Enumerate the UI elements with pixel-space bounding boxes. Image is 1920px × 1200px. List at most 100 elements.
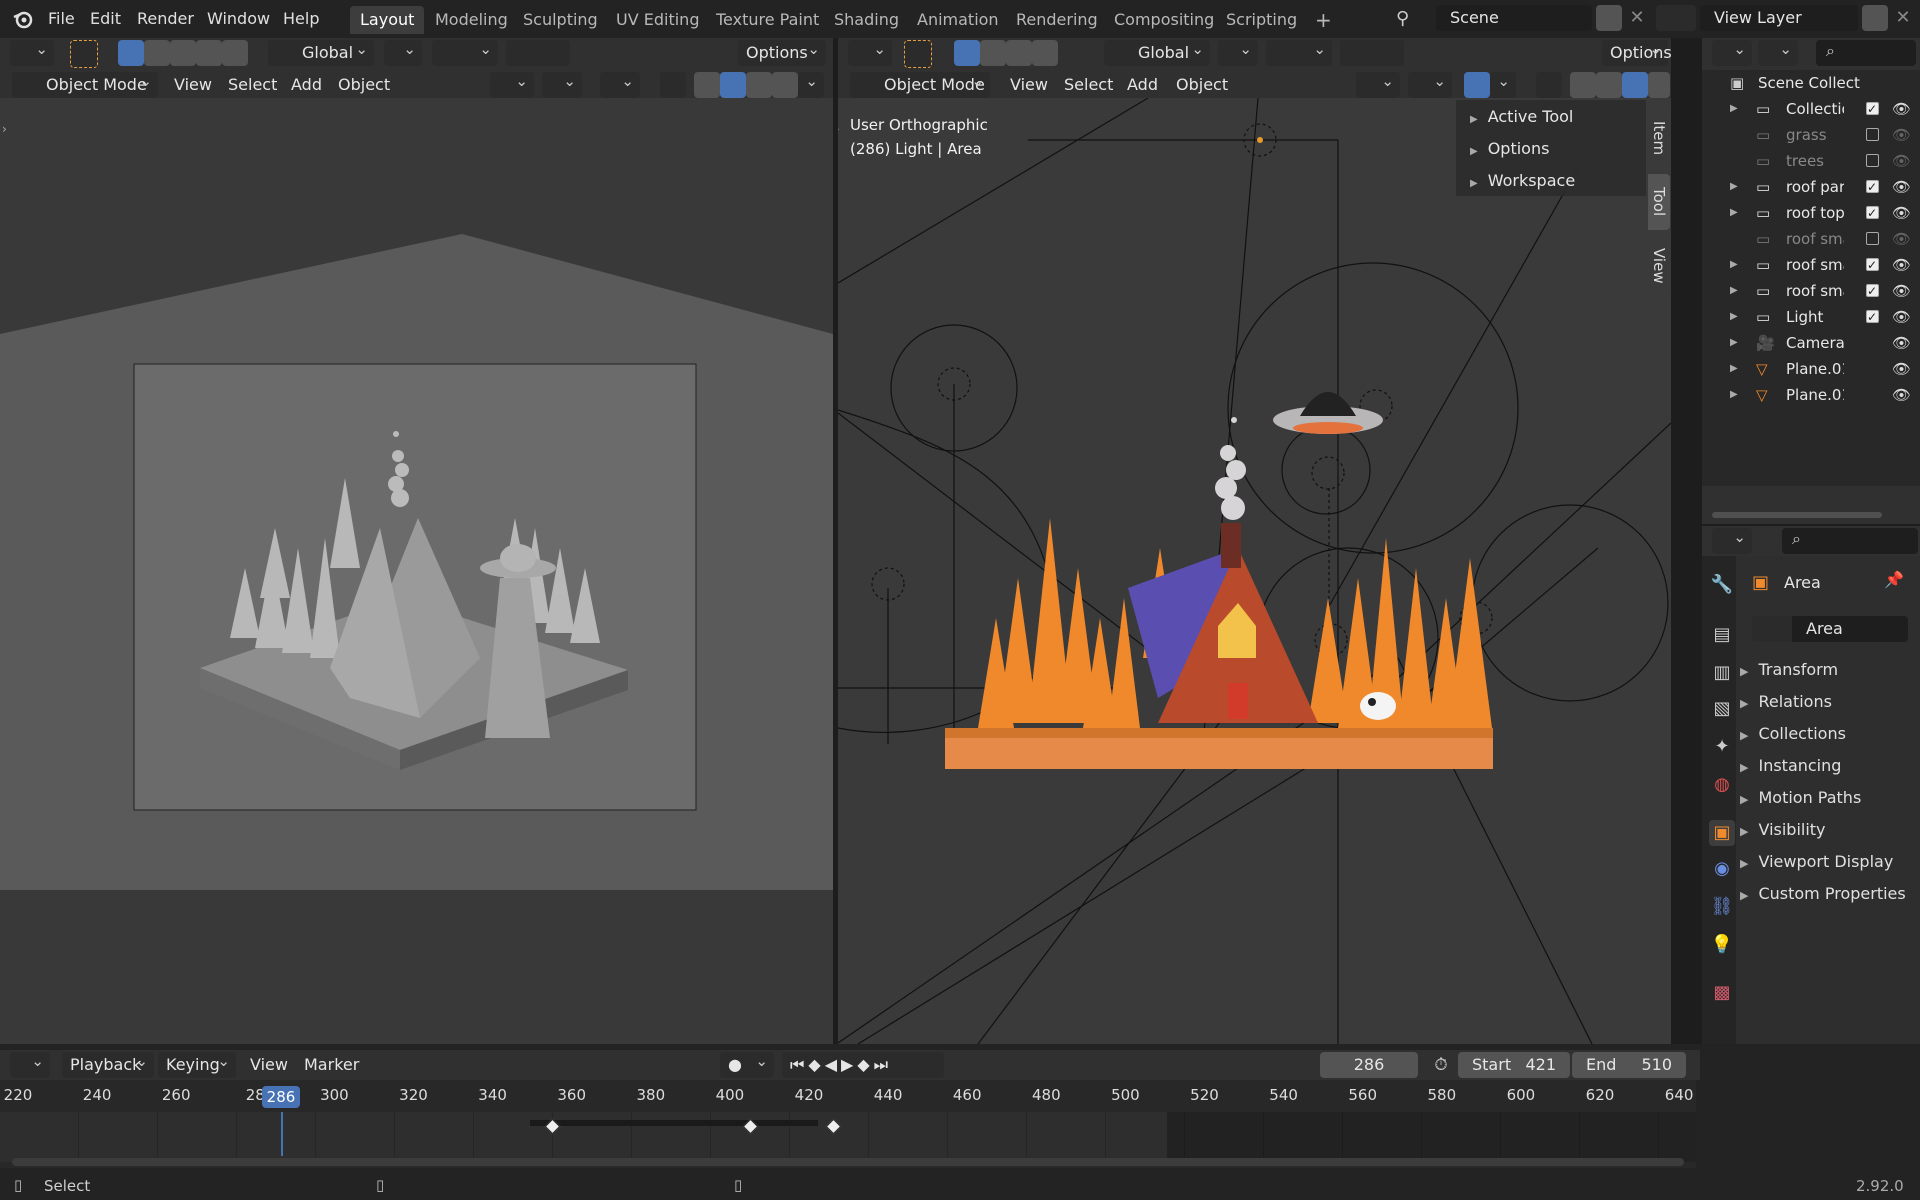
- exclude-checkbox[interactable]: [1866, 154, 1879, 167]
- properties-section[interactable]: ▶ Transform: [1740, 654, 1838, 686]
- properties-section[interactable]: ▶ Collections: [1740, 718, 1846, 750]
- play-reverse-icon[interactable]: ◀: [825, 1055, 841, 1074]
- right-transform-orientation-dropdown[interactable]: Global: [1104, 36, 1210, 66]
- outliner-scrollbar[interactable]: [1712, 512, 1882, 518]
- constraints-properties-icon[interactable]: ⛓: [1709, 894, 1735, 920]
- view-layer-icon[interactable]: [1656, 5, 1696, 31]
- visibility-eye-icon[interactable]: 👁: [1892, 330, 1911, 356]
- right-select-mode-new-icon[interactable]: [954, 40, 980, 66]
- timeline-menu-playback[interactable]: Playback: [62, 1048, 154, 1078]
- right-shading-wireframe-icon[interactable]: [1570, 72, 1596, 98]
- outliner-display-mode-icon[interactable]: [1758, 38, 1798, 66]
- exclude-checkbox[interactable]: [1866, 96, 1879, 122]
- menu-file[interactable]: File: [48, 6, 75, 32]
- blender-logo-icon[interactable]: [12, 8, 34, 30]
- visibility-eye-icon[interactable]: 👁: [1892, 200, 1911, 226]
- right-shading-material-icon[interactable]: [1622, 72, 1648, 98]
- playhead-line[interactable]: [281, 1112, 283, 1156]
- visibility-eye-icon[interactable]: 👁: [1892, 356, 1911, 382]
- outliner-editor-type-icon[interactable]: [1712, 38, 1752, 66]
- timeline-menu-marker[interactable]: Marker: [304, 1052, 359, 1078]
- clock-icon[interactable]: ⏱: [1428, 1052, 1454, 1078]
- outliner-item[interactable]: ▶ 🎥 Camera 👁: [1702, 330, 1920, 356]
- left-xray-icon[interactable]: [660, 72, 686, 98]
- left-shading-wireframe-icon[interactable]: [694, 72, 720, 98]
- jump-end-icon[interactable]: ⏭: [874, 1055, 892, 1074]
- right-proportional-edit-icon[interactable]: [1340, 40, 1404, 66]
- properties-section[interactable]: ▶ Instancing: [1740, 750, 1841, 782]
- delete-view-layer-icon[interactable]: ✕: [1890, 5, 1916, 31]
- right-visibility-icon[interactable]: [1356, 68, 1400, 98]
- sidebar-tab-view[interactable]: View: [1648, 236, 1670, 296]
- timeline-menu-view[interactable]: View: [250, 1052, 288, 1078]
- visibility-eye-icon[interactable]: 👁: [1892, 122, 1911, 148]
- outliner-item[interactable]: ▭ roof small 👁: [1702, 226, 1920, 252]
- expand-arrow-icon[interactable]: ▶: [1730, 382, 1738, 408]
- visibility-eye-icon[interactable]: 👁: [1892, 174, 1911, 200]
- output-properties-icon[interactable]: ▥: [1709, 660, 1735, 686]
- tool-properties-icon[interactable]: 🔧: [1709, 572, 1735, 598]
- left-overlay-icon[interactable]: [600, 68, 640, 98]
- visibility-eye-icon[interactable]: 👁: [1892, 252, 1911, 278]
- pin-icon[interactable]: 📌: [1884, 570, 1904, 589]
- right-options-dropdown[interactable]: Options: [1602, 36, 1672, 66]
- right-shading-rendered-icon[interactable]: [1648, 72, 1670, 98]
- left-shading-solid-icon[interactable]: [720, 72, 746, 98]
- tab-rendering[interactable]: Rendering: [1006, 6, 1108, 34]
- scene-properties-icon[interactable]: ✦: [1709, 734, 1735, 760]
- texture-properties-icon[interactable]: ▩: [1709, 980, 1735, 1006]
- select-mode-new-icon[interactable]: [118, 40, 144, 66]
- left-shading-rendered-icon[interactable]: [772, 72, 798, 98]
- render-properties-icon[interactable]: ▤: [1709, 622, 1735, 648]
- right-gizmo-icon[interactable]: [1408, 68, 1452, 98]
- new-view-layer-icon[interactable]: [1862, 5, 1888, 31]
- outliner-item[interactable]: ▶ ▽ Plane.016 👁: [1702, 382, 1920, 408]
- menu-edit[interactable]: Edit: [90, 6, 121, 32]
- left-shading-options-icon[interactable]: [798, 68, 824, 98]
- right-select-mode-extend-icon[interactable]: [980, 40, 1006, 66]
- object-name-field[interactable]: Area: [1792, 616, 1908, 642]
- timeline-editor-type-icon[interactable]: [10, 1048, 50, 1078]
- left-shading-material-icon[interactable]: [746, 72, 772, 98]
- next-keyframe-icon[interactable]: ◆: [857, 1055, 873, 1074]
- add-workspace-button[interactable]: +: [1305, 6, 1342, 34]
- outliner-search-input[interactable]: ⌕: [1816, 40, 1916, 66]
- left-gizmo-icon[interactable]: [542, 68, 582, 98]
- properties-section[interactable]: ▶ Relations: [1740, 686, 1832, 718]
- visibility-eye-icon[interactable]: 👁: [1892, 96, 1911, 122]
- select-mode-intersect-icon[interactable]: [196, 40, 222, 66]
- view-layer-field[interactable]: View Layer: [1700, 5, 1858, 31]
- outliner-item[interactable]: ▭ grass 👁: [1702, 122, 1920, 148]
- outliner-item[interactable]: ▶ ▭ roof top p 👁: [1702, 200, 1920, 226]
- current-frame-field[interactable]: 286: [1320, 1052, 1418, 1078]
- snap-icon[interactable]: [432, 36, 498, 66]
- right-menu-select[interactable]: Select: [1064, 72, 1113, 98]
- select-mode-subtract-icon[interactable]: [170, 40, 196, 66]
- light-data-properties-icon[interactable]: 💡: [1709, 932, 1735, 958]
- transform-orientation-dropdown[interactable]: Global: [268, 36, 374, 66]
- proportional-edit-icon[interactable]: [506, 40, 570, 66]
- sidebar-tab-tool[interactable]: Tool: [1648, 174, 1670, 230]
- pivot-point-icon[interactable]: [384, 36, 422, 66]
- new-scene-icon[interactable]: [1596, 5, 1622, 31]
- exclude-checkbox[interactable]: [1866, 174, 1879, 200]
- exclude-checkbox[interactable]: [1866, 278, 1879, 304]
- properties-section[interactable]: ▶ Custom Properties: [1740, 878, 1906, 910]
- visibility-eye-icon[interactable]: 👁: [1892, 304, 1911, 330]
- right-menu-view[interactable]: View: [1010, 72, 1048, 98]
- timeline-menu-keying[interactable]: Keying: [158, 1048, 236, 1078]
- object-browse-icon[interactable]: [1752, 616, 1792, 642]
- visibility-eye-icon[interactable]: 👁: [1892, 148, 1911, 174]
- outliner-item[interactable]: ▶ ▭ Collection 👁: [1702, 96, 1920, 122]
- expand-arrow-icon[interactable]: ▶: [1730, 356, 1738, 382]
- left-menu-add[interactable]: Add: [291, 72, 322, 98]
- tab-modeling[interactable]: Modeling: [425, 6, 518, 34]
- exclude-checkbox[interactable]: [1866, 200, 1879, 226]
- right-editor-type-icon[interactable]: [848, 36, 892, 66]
- left-mode-dropdown[interactable]: Object Mode: [12, 68, 158, 98]
- play-icon[interactable]: ▶: [841, 1055, 857, 1074]
- view-layer-properties-icon[interactable]: ▧: [1709, 696, 1735, 722]
- physics-properties-icon[interactable]: ◉: [1709, 856, 1735, 882]
- timeline-scrollbar[interactable]: [12, 1158, 1684, 1166]
- menu-window[interactable]: Window: [207, 6, 270, 32]
